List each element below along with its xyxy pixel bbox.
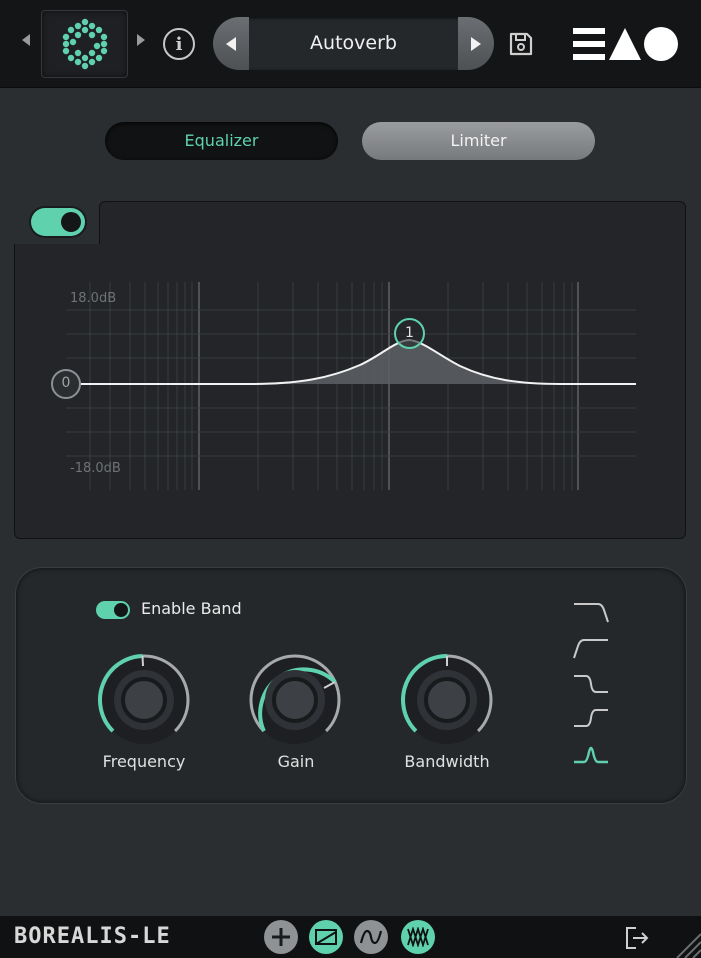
gain-label: Gain (277, 752, 315, 771)
enable-band-toggle[interactable] (96, 601, 130, 619)
exit-icon[interactable] (624, 926, 650, 950)
frequency-knob[interactable] (94, 650, 194, 750)
prev-preset-button[interactable] (213, 17, 249, 70)
preset-name[interactable]: Autoverb (249, 17, 458, 70)
eq-enable-toggle[interactable] (31, 208, 85, 236)
eq-graph-panel (14, 244, 686, 539)
wave-view-icon[interactable] (354, 920, 388, 954)
output-gain-node[interactable]: 0 (51, 369, 81, 399)
gain-top-label: 18.0dB (70, 291, 117, 306)
plugin-logo-button[interactable] (41, 10, 128, 78)
enable-band-label: Enable Band (141, 599, 242, 618)
gain-knob[interactable] (245, 650, 345, 750)
low-shelf-icon[interactable] (572, 706, 610, 730)
brand-logo-icon (573, 27, 678, 61)
eq-view-icon[interactable] (401, 920, 435, 954)
triangle-right-icon (471, 36, 481, 51)
hexagon-dots-logo-icon (62, 18, 107, 70)
frequency-label: Frequency (102, 752, 186, 771)
tab-limiter[interactable]: Limiter (362, 122, 595, 160)
info-icon[interactable]: i (163, 28, 195, 60)
next-skin-arrow-icon[interactable] (137, 34, 145, 46)
triangle-left-icon (226, 36, 236, 51)
low-cut-icon[interactable] (572, 636, 610, 660)
save-icon[interactable] (508, 31, 534, 57)
high-cut-icon[interactable] (572, 600, 610, 624)
bell-icon[interactable] (572, 742, 610, 766)
compressor-view-icon[interactable] (309, 920, 343, 954)
bandwidth-knob[interactable] (397, 650, 497, 750)
band-node-label: 1 (405, 325, 414, 341)
product-logo: BOREALIS-LE (14, 924, 171, 949)
gain-bottom-label: -18.0dB (70, 461, 121, 476)
next-preset-button[interactable] (458, 17, 494, 70)
tab-equalizer[interactable]: Equalizer (105, 122, 338, 160)
band-1-node[interactable]: 1 (394, 318, 425, 349)
preset-selector: Autoverb (213, 17, 494, 70)
prev-skin-arrow-icon[interactable] (22, 34, 30, 46)
header: i Autoverb (0, 0, 701, 88)
resize-grip-icon[interactable] (671, 928, 701, 958)
high-shelf-icon[interactable] (572, 672, 610, 696)
add-icon[interactable] (264, 920, 298, 954)
bandwidth-label: Bandwidth (404, 752, 490, 771)
output-node-label: 0 (61, 375, 71, 391)
